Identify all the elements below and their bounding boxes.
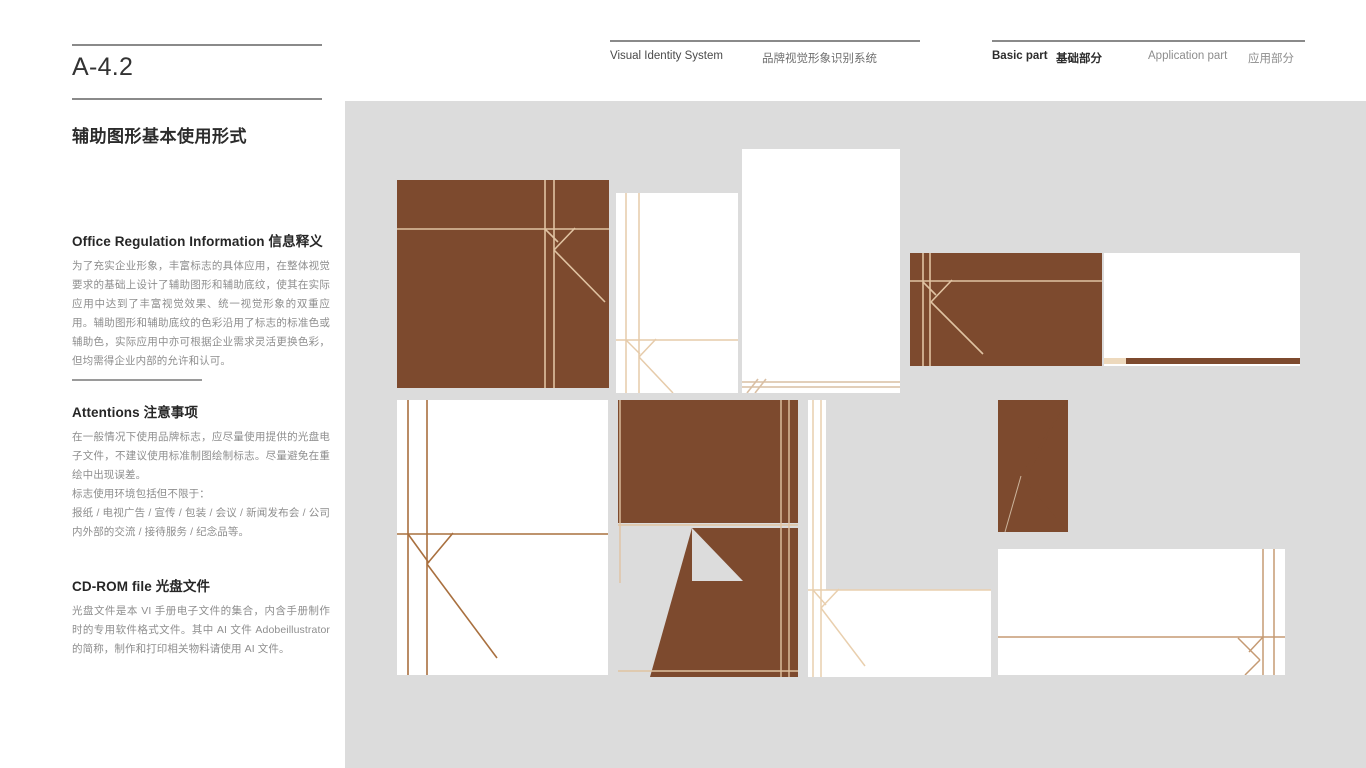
nav-item-application-part-cn[interactable]: 应用部分 — [1248, 50, 1294, 66]
graphic-card-transparent-strip[interactable] — [808, 400, 991, 677]
nav-item-basic-part[interactable]: Basic part — [992, 50, 1048, 62]
info-block-cdrom-heading: CD-ROM file 光盘文件 — [72, 579, 211, 594]
k-mirrored-right-icon — [998, 549, 1285, 675]
nav-item-application-part[interactable]: Application part — [1148, 50, 1227, 62]
graphic-card-white-portrait[interactable] — [616, 193, 738, 393]
brown-footer-bar-icon — [1104, 358, 1300, 364]
code-rule-bottom — [72, 98, 322, 100]
graphic-card-white-tall[interactable] — [742, 149, 900, 393]
graphic-card-brown-arrow-k[interactable] — [998, 400, 1138, 532]
info-block-office-heading: Office Regulation Information 信息释义 — [72, 234, 323, 249]
sidebar-divider — [72, 379, 202, 381]
artwork-canvas — [345, 101, 1366, 768]
graphic-card-white-k-outline[interactable] — [397, 400, 608, 675]
k-light-mark-icon — [397, 180, 609, 388]
baseline-slashes-icon — [742, 378, 900, 393]
k-tan-bottom-right-icon — [808, 400, 991, 677]
nav-item-visual-identity-system-cn[interactable]: 品牌视觉形象识别系统 — [762, 50, 877, 66]
nav-item-basic-part-cn[interactable]: 基础部分 — [1056, 50, 1102, 66]
info-block-attentions: Attentions 注意事项 在一般情况下使用品牌标志，应尽量使用提供的光盘电… — [72, 401, 330, 542]
k-light-mark-icon — [910, 253, 1102, 366]
k-dark-outline-icon — [397, 400, 608, 675]
page-title: 辅助图形基本使用形式 — [72, 127, 247, 146]
info-block-attentions-heading: Attentions 注意事项 — [72, 405, 198, 420]
left-sidebar: A-4.2 辅助图形基本使用形式 Office Regulation Infor… — [0, 0, 345, 768]
poster-page: A-4.2 辅助图形基本使用形式 Office Regulation Infor… — [0, 0, 1366, 768]
solid-arrow-k-icon — [998, 400, 1068, 532]
graphic-card-brown-landscape[interactable] — [910, 253, 1102, 366]
k-tan-mark-icon — [616, 193, 738, 393]
graphic-card-brown-solid-k[interactable] — [618, 400, 798, 677]
info-block-office: Office Regulation Information 信息释义 为了充实企… — [72, 230, 330, 371]
info-block-cdrom-body: 光盘文件是本 VI 手册电子文件的集合，内含手册制作时的专用软件格式文件。其中 … — [72, 605, 330, 655]
nav-rule-left — [610, 40, 920, 42]
graphic-card-white-landscape[interactable] — [1104, 253, 1300, 366]
header-nav: Visual Identity System 品牌视觉形象识别系统 Basic … — [0, 40, 1366, 80]
info-block-attentions-body: 在一般情况下使用品牌标志，应尽量使用提供的光盘电子文件，不建议使用标准制图绘制标… — [72, 431, 330, 538]
info-block-office-body: 为了充实企业形象，丰富标志的具体应用，在整体视觉要求的基础上设计了辅助图形和辅助… — [72, 260, 330, 367]
nav-rule-right — [992, 40, 1305, 42]
solid-k-negative-icon — [618, 400, 798, 677]
info-block-cdrom: CD-ROM file 光盘文件 光盘文件是本 VI 手册电子文件的集合，内含手… — [72, 575, 330, 659]
graphic-card-brown-square[interactable] — [397, 180, 609, 388]
nav-item-visual-identity-system[interactable]: Visual Identity System — [610, 50, 723, 62]
graphic-card-white-wide-footer[interactable] — [998, 549, 1285, 675]
